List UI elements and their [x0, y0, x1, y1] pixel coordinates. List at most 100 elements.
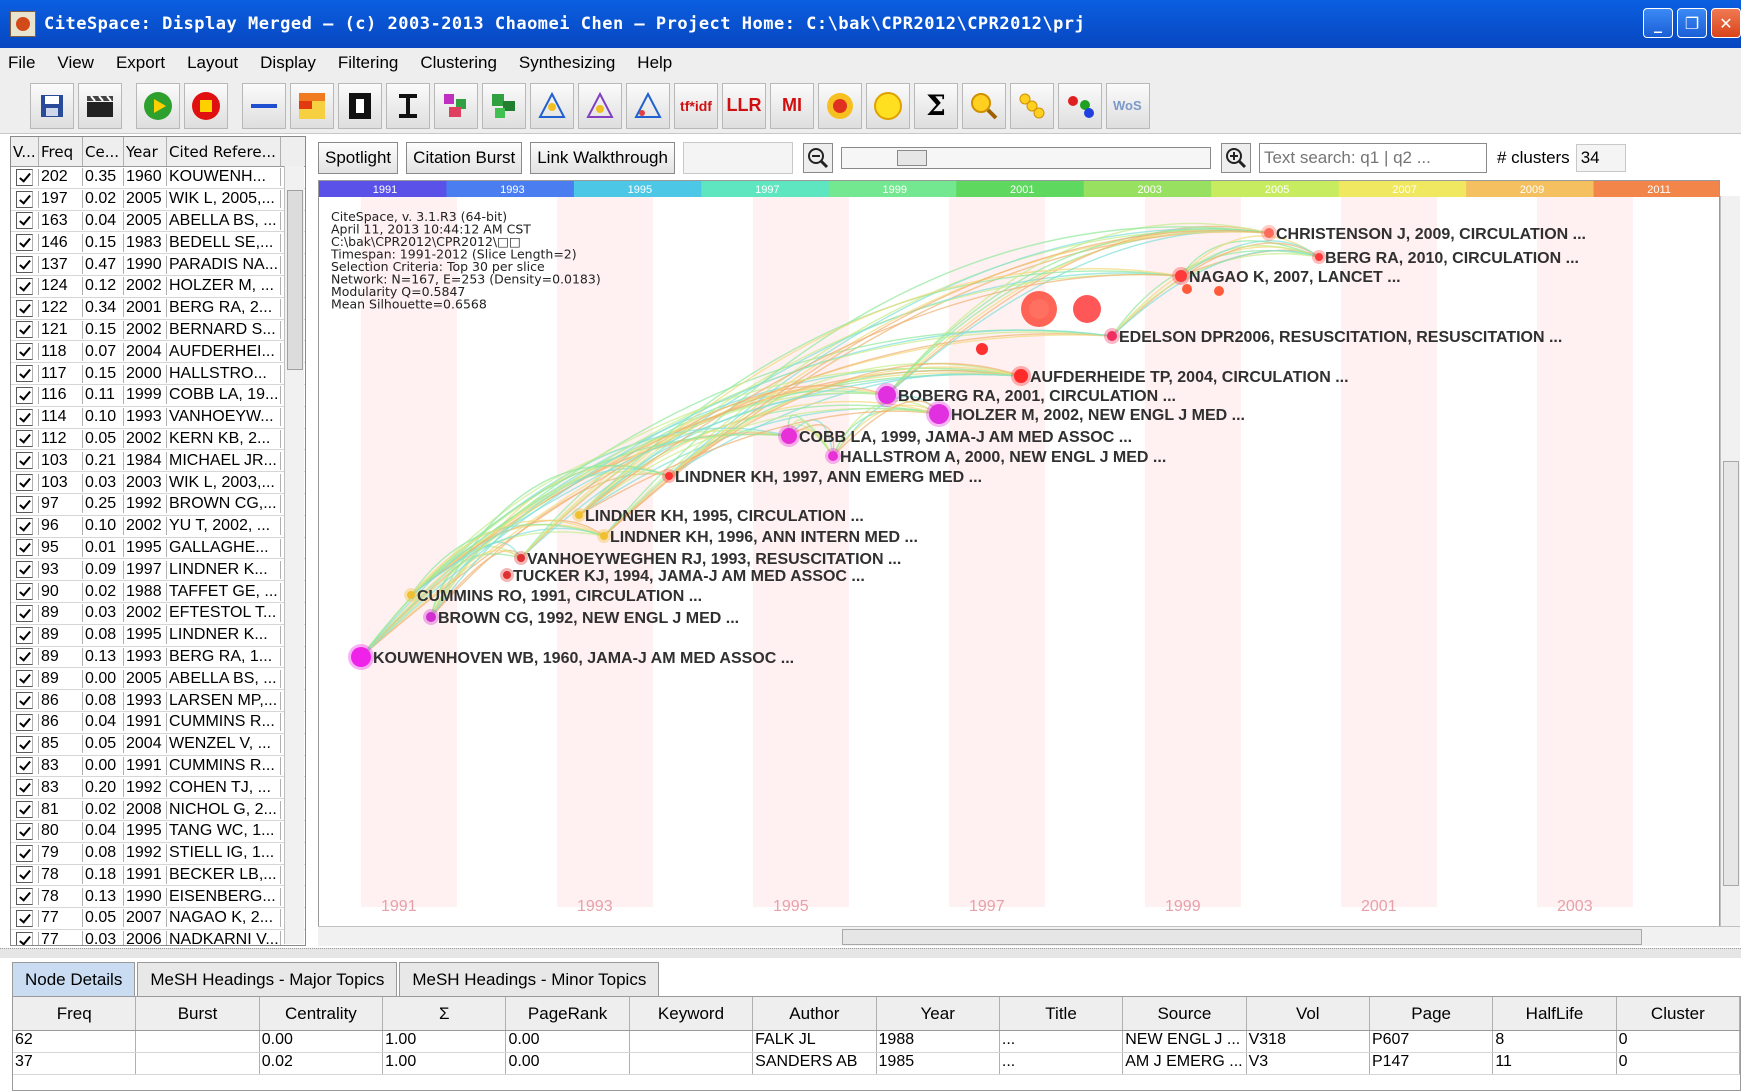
- menu-filtering[interactable]: Filtering: [338, 53, 398, 73]
- visible-checkbox[interactable]: [16, 365, 33, 383]
- table-row[interactable]: 85 0.05 2004 WENZEL V, ...: [11, 734, 305, 756]
- table-row[interactable]: 137 0.47 1990 PARADIS NA...: [11, 254, 305, 276]
- scrollbar-thumb[interactable]: [842, 929, 1642, 945]
- table-row[interactable]: 62 0.00 1.00 0.00 FALK JL 1988... NEW ENGL J .…: [13, 1031, 1741, 1053]
- table-row[interactable]: 97 0.25 1992 BROWN CG,...: [11, 494, 305, 516]
- table-row[interactable]: 146 0.15 1983 BEDELL SE,...: [11, 232, 305, 255]
- table-row[interactable]: 83 0.00 1991 CUMMINS R...: [11, 756, 305, 778]
- table-row[interactable]: 124 0.12 2002 HOLZER M, ...: [11, 276, 305, 298]
- table-row[interactable]: 93 0.09 1997 LINDNER K...: [11, 559, 305, 582]
- menu-layout[interactable]: Layout: [187, 53, 238, 73]
- tab-mesh-minor-topics[interactable]: MeSH Headings - Minor Topics: [399, 962, 660, 996]
- visible-checkbox[interactable]: [16, 626, 33, 644]
- menu-export[interactable]: Export: [116, 53, 165, 73]
- visible-checkbox[interactable]: [16, 474, 33, 492]
- column-header[interactable]: Page: [1370, 997, 1494, 1030]
- visible-checkbox[interactable]: [16, 408, 33, 426]
- table-row[interactable]: 89 0.03 2002 EFTESTOL T...: [11, 603, 305, 625]
- visible-checkbox[interactable]: [16, 430, 33, 448]
- menu-clustering[interactable]: Clustering: [420, 53, 497, 73]
- menu-file[interactable]: File: [8, 53, 35, 73]
- visible-checkbox[interactable]: [16, 670, 33, 688]
- cluster-color-icon[interactable]: [434, 82, 478, 129]
- table-row[interactable]: 202 0.35 1960 KOUWENH...: [11, 167, 305, 189]
- menu-view[interactable]: View: [57, 53, 94, 73]
- network-visualization[interactable]: 1991 1993 1995 1997 1999 2001 2003 2005 2007 2009…: [319, 181, 1720, 928]
- maximize-button[interactable]: ❐: [1677, 8, 1707, 38]
- visible-checkbox[interactable]: [16, 234, 33, 252]
- table-row[interactable]: 89 0.08 1995 LINDNER K...: [11, 625, 305, 647]
- visible-checkbox[interactable]: [16, 539, 33, 557]
- visible-checkbox[interactable]: [16, 495, 33, 513]
- visible-checkbox[interactable]: [16, 713, 33, 731]
- visible-checkbox[interactable]: [16, 517, 33, 535]
- network-canvas[interactable]: 1991 1993 1995 1997 1999 2001 2003 2005 2007 2009…: [318, 180, 1720, 928]
- zoom-slider-thumb[interactable]: [896, 150, 927, 166]
- zoom-in-icon[interactable]: [1220, 143, 1251, 173]
- table-row[interactable]: 83 0.20 1992 COHEN TJ, ...: [11, 777, 305, 800]
- llr-button[interactable]: LLR: [722, 82, 766, 129]
- visible-checkbox[interactable]: [16, 321, 33, 339]
- column-header[interactable]: Year: [877, 997, 1000, 1030]
- table-row[interactable]: 81 0.02 2008 NICHOL G, 2...: [11, 799, 305, 821]
- triangle-c-icon[interactable]: [626, 82, 670, 129]
- wos-icon[interactable]: WoS: [1106, 82, 1150, 129]
- tab-mesh-major-topics[interactable]: MeSH Headings - Major Topics: [137, 962, 398, 996]
- tfidf-button[interactable]: tf*idf: [674, 82, 718, 129]
- column-header[interactable]: Keyword: [630, 997, 754, 1030]
- canvas-horizontal-scrollbar[interactable]: [318, 926, 1740, 946]
- i-beam-bold-icon[interactable]: [338, 82, 382, 129]
- scrollbar-thumb[interactable]: [287, 190, 303, 370]
- visible-checkbox[interactable]: [16, 735, 33, 753]
- visible-checkbox[interactable]: [16, 888, 33, 906]
- table-row[interactable]: 79 0.08 1992 STIELL IG, 1...: [11, 843, 305, 865]
- pane-splitter[interactable]: [0, 948, 1741, 958]
- table-row[interactable]: 116 0.11 1999 COBB LA, 19...: [11, 385, 305, 407]
- clusters-count-field[interactable]: 34: [1575, 144, 1626, 172]
- column-header[interactable]: Title: [1000, 997, 1124, 1030]
- table-row[interactable]: 78 0.13 1990 EISENBERG...: [11, 886, 305, 909]
- tab-node-details[interactable]: Node Details: [12, 962, 136, 996]
- visible-checkbox[interactable]: [16, 866, 33, 884]
- cluster-green-icon[interactable]: [482, 82, 526, 129]
- column-header[interactable]: Burst: [136, 997, 260, 1030]
- spotlight-button[interactable]: Spotlight: [318, 142, 399, 174]
- zoom-out-icon[interactable]: [802, 143, 833, 173]
- table-row[interactable]: 114 0.10 1993 VANHOEYW...: [11, 407, 305, 429]
- table-row[interactable]: 78 0.18 1991 BECKER LB,...: [11, 865, 305, 887]
- column-header[interactable]: PageRank: [506, 997, 630, 1030]
- visible-checkbox[interactable]: [16, 583, 33, 601]
- table-row[interactable]: 77 0.05 2007 NAGAO K, 2...: [11, 908, 305, 930]
- grid-colors-icon[interactable]: [290, 82, 334, 129]
- i-beam-icon[interactable]: [386, 82, 430, 129]
- citation-burst-button[interactable]: Citation Burst: [406, 142, 523, 174]
- menu-help[interactable]: Help: [637, 53, 672, 73]
- visible-checkbox[interactable]: [16, 256, 33, 274]
- table-row[interactable]: 112 0.05 2002 KERN KB, 2...: [11, 429, 305, 451]
- column-header-centrality[interactable]: Ce...: [83, 137, 124, 166]
- table-row[interactable]: 121 0.15 2002 BERNARD S...: [11, 320, 305, 342]
- visible-checkbox[interactable]: [16, 801, 33, 818]
- column-header[interactable]: Vol: [1247, 997, 1370, 1030]
- column-header[interactable]: Centrality: [260, 997, 384, 1030]
- save-icon[interactable]: [30, 82, 74, 129]
- visible-checkbox[interactable]: [16, 844, 33, 862]
- column-header-freq[interactable]: Freq: [39, 137, 83, 166]
- table-row[interactable]: 89 0.00 2005 ABELLA BS, ...: [11, 668, 305, 691]
- visible-checkbox[interactable]: [16, 452, 33, 470]
- magnify-yellow-icon[interactable]: [962, 82, 1006, 129]
- table-row[interactable]: 117 0.15 2000 HALLSTRO...: [11, 363, 305, 385]
- table-row[interactable]: 89 0.13 1993 BERG RA, 1...: [11, 647, 305, 669]
- visible-checkbox[interactable]: [16, 931, 33, 945]
- table-row[interactable]: 86 0.08 1993 LARSEN MP,...: [11, 690, 305, 712]
- visible-checkbox[interactable]: [16, 343, 33, 361]
- table-row[interactable]: 37 0.02 1.00 0.00 SANDERS AB 1985... AM J EMER…: [13, 1053, 1741, 1075]
- stop-icon[interactable]: [184, 82, 228, 129]
- sigma-icon[interactable]: Σ: [914, 82, 958, 129]
- scrollbar-thumb[interactable]: [1723, 461, 1739, 886]
- visible-checkbox[interactable]: [16, 212, 33, 230]
- circle-yellow-icon[interactable]: [866, 82, 910, 129]
- menu-synthesizing[interactable]: Synthesizing: [519, 53, 615, 73]
- table-row[interactable]: 90 0.02 1988 TAFFET GE, ...: [11, 581, 305, 603]
- visible-checkbox[interactable]: [16, 190, 33, 208]
